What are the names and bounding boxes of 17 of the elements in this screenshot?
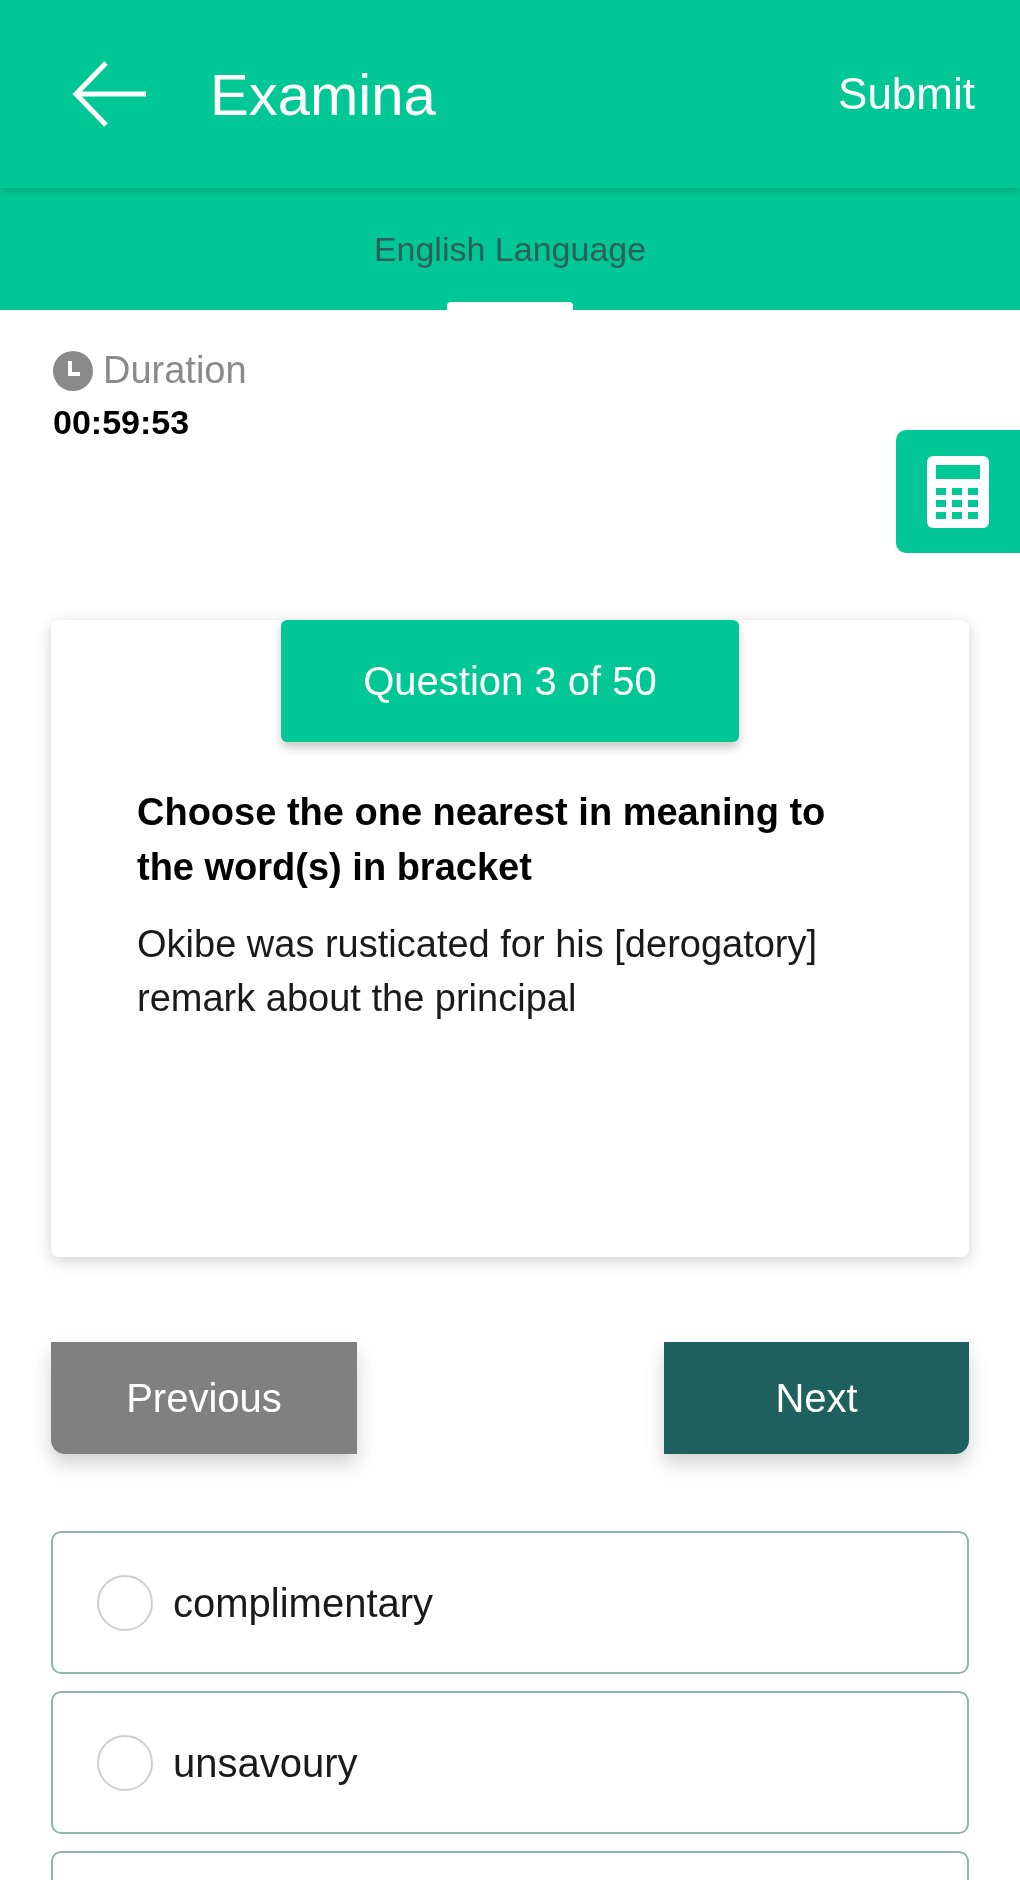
calculator-button[interactable]	[896, 430, 1020, 553]
previous-button[interactable]: Previous	[51, 1342, 357, 1454]
answer-option[interactable]: unsavoury	[51, 1691, 969, 1834]
option-label: unsavoury	[173, 1739, 358, 1787]
radio-button[interactable]	[97, 1574, 153, 1631]
duration-label: Duration	[103, 348, 247, 393]
option-label: complimentary	[173, 1579, 434, 1627]
answer-option[interactable]: complimentary	[51, 1531, 969, 1674]
calculator-icon	[927, 455, 989, 528]
question-counter: Question 3 of 50	[281, 620, 739, 742]
question-instruction: Choose the one nearest in meaning to the word(s) in bracket	[137, 790, 827, 890]
timer-value: 00:59:53	[53, 405, 191, 439]
radio-button[interactable]	[97, 1734, 153, 1791]
next-button[interactable]: Next	[664, 1342, 969, 1454]
app-title: Examina	[210, 60, 436, 129]
clock-icon	[53, 350, 93, 391]
question-text: Okibe was rusticated for his [derogatory] remark about the principal	[137, 922, 819, 1021]
